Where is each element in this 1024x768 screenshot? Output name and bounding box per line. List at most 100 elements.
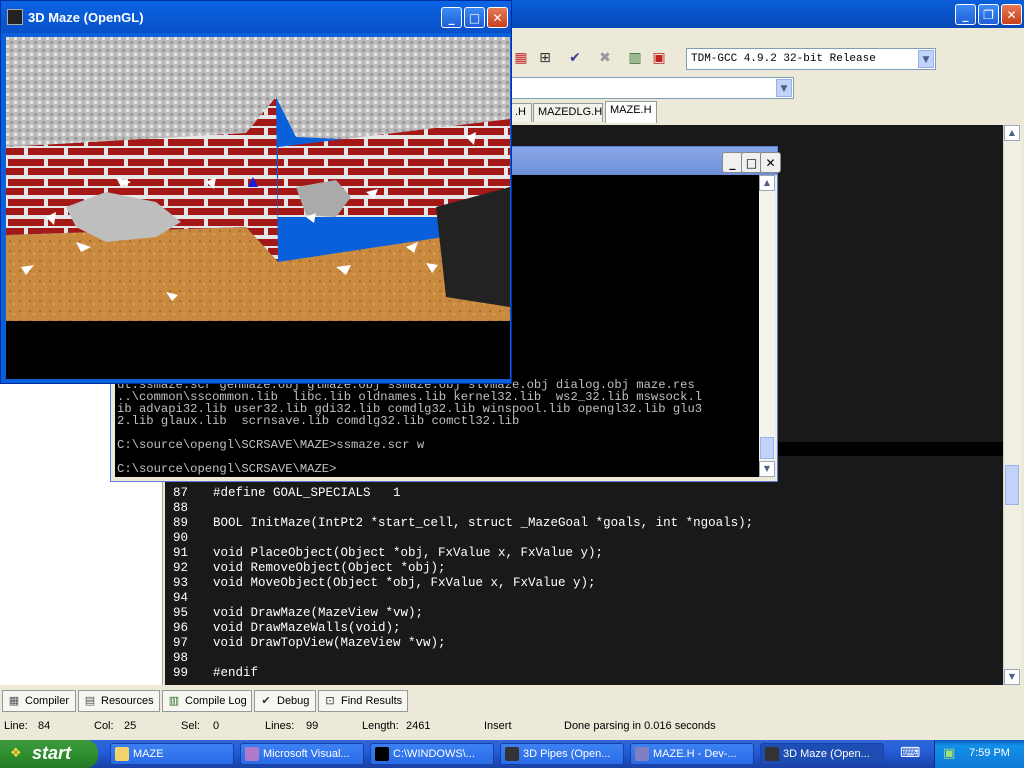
maze-titlebar[interactable]: 3D Maze (OpenGL) _ □ ✕ bbox=[1, 1, 511, 33]
tab-debug[interactable]: ✔ Debug bbox=[254, 690, 316, 712]
tab-mazedlg-h[interactable]: MAZEDLG.H bbox=[533, 103, 603, 122]
code-area[interactable]: 87 #define GOAL_SPECIALS 1 88 89 BOOL InitMa… bbox=[165, 486, 1003, 686]
maximize-button[interactable]: □ bbox=[464, 7, 485, 28]
line-number: 90 bbox=[173, 531, 189, 545]
chevron-down-icon[interactable]: ▼ bbox=[776, 79, 792, 97]
class-select[interactable]: ▼ bbox=[510, 77, 794, 99]
task-console[interactable]: C:\WINDOWS\... bbox=[370, 743, 494, 765]
code-line[interactable]: 88 bbox=[165, 501, 1003, 516]
code-line[interactable]: 99 #endif bbox=[165, 666, 1003, 681]
col-label: Col: bbox=[94, 720, 114, 732]
tab-compile-log[interactable]: ▥ Compile Log bbox=[162, 690, 252, 712]
task-maze-folder[interactable]: MAZE bbox=[110, 743, 234, 765]
keyboard-icon[interactable]: ⌨ bbox=[900, 745, 920, 761]
close-button[interactable]: ✕ bbox=[487, 7, 508, 28]
code-line[interactable]: 87 #define GOAL_SPECIALS 1 bbox=[165, 486, 1003, 501]
task-3d-maze[interactable]: 3D Maze (Open... bbox=[760, 743, 884, 765]
maze-3d-view[interactable] bbox=[6, 37, 510, 321]
tab-compiler[interactable]: ▦ Compiler bbox=[2, 690, 76, 712]
check-icon[interactable]: ✔ bbox=[564, 47, 586, 69]
window-title: 3D Maze (OpenGL) bbox=[28, 10, 144, 25]
opengl-app-icon bbox=[505, 747, 519, 761]
start-button[interactable]: ❖ start bbox=[0, 740, 98, 768]
profile-icon[interactable]: ▣ bbox=[648, 47, 670, 69]
line-number: 97 bbox=[173, 636, 189, 650]
line-label: Line: bbox=[4, 720, 28, 732]
tab-maze-h[interactable]: MAZE.H bbox=[605, 101, 657, 123]
line-number: 92 bbox=[173, 561, 189, 575]
task-visual-studio[interactable]: Microsoft Visual... bbox=[240, 743, 364, 765]
app-icon bbox=[7, 9, 23, 25]
maze-view-bottom bbox=[6, 321, 510, 379]
windows-logo-icon: ❖ bbox=[10, 746, 22, 761]
length-value: 2461 bbox=[406, 720, 431, 732]
code-text: void PlaceObject(Object *obj, FxValue x,… bbox=[213, 546, 604, 560]
delete-icon[interactable]: ✖ bbox=[594, 47, 616, 69]
compiler-select-value: TDM-GCC 4.9.2 32-bit Release bbox=[691, 53, 876, 65]
minimize-button[interactable]: _ bbox=[955, 4, 976, 25]
code-text: void DrawTopView(MazeView *vw); bbox=[213, 636, 446, 650]
tray-app-icon[interactable]: ▣ bbox=[943, 746, 959, 762]
code-line[interactable]: 98 bbox=[165, 651, 1003, 666]
line-number: 89 bbox=[173, 516, 189, 530]
editor-scrollbar[interactable]: ▲ ▼ bbox=[1003, 125, 1021, 685]
code-line[interactable]: 91 void PlaceObject(Object *obj, FxValue … bbox=[165, 546, 1003, 561]
compiler-select[interactable]: TDM-GCC 4.9.2 32-bit Release ▼ bbox=[686, 48, 936, 70]
insert-mode: Insert bbox=[484, 720, 512, 732]
tab-find-results[interactable]: ⊡ Find Results bbox=[318, 690, 408, 712]
chevron-down-icon[interactable]: ▼ bbox=[918, 50, 934, 68]
minimize-button[interactable]: _ bbox=[722, 152, 743, 173]
grid-color-icon[interactable]: ▦ bbox=[510, 47, 532, 69]
scroll-down-icon[interactable]: ▼ bbox=[759, 461, 775, 477]
scroll-thumb[interactable] bbox=[760, 437, 774, 459]
scroll-thumb[interactable] bbox=[1005, 465, 1019, 505]
line-number: 96 bbox=[173, 621, 189, 635]
sel-label: Sel: bbox=[181, 720, 200, 732]
compiler-icon: ▦ bbox=[8, 694, 20, 707]
maximize-button[interactable]: □ bbox=[741, 152, 762, 173]
code-line[interactable]: 97 void DrawTopView(MazeView *vw); bbox=[165, 636, 1003, 651]
task-3d-pipes[interactable]: 3D Pipes (Open... bbox=[500, 743, 624, 765]
task-devcpp[interactable]: MAZE.H - Dev-... bbox=[630, 743, 754, 765]
close-button[interactable]: ✕ bbox=[1001, 4, 1022, 25]
scroll-down-icon[interactable]: ▼ bbox=[1004, 669, 1020, 685]
code-line[interactable]: 95 void DrawMaze(MazeView *vw); bbox=[165, 606, 1003, 621]
chart-icon: ▥ bbox=[168, 694, 180, 707]
line-number: 93 bbox=[173, 576, 189, 590]
bottom-panel-tabs: ▦ Compiler ▤ Resources ▥ Compile Log ✔ Debug… bbox=[0, 688, 1024, 714]
code-line[interactable]: 92 void RemoveObject(Object *obj); bbox=[165, 561, 1003, 576]
line-number: 87 bbox=[173, 486, 189, 500]
maze-scene bbox=[6, 37, 510, 321]
code-line[interactable]: 94 bbox=[165, 591, 1003, 606]
tab-h[interactable]: .H bbox=[510, 103, 532, 122]
scroll-up-icon[interactable]: ▲ bbox=[1004, 125, 1020, 141]
code-line[interactable]: 93 void MoveObject(Object *obj, FxValue x… bbox=[165, 576, 1003, 591]
console-line: C:\source\opengl\SCRSAVE\MAZE> bbox=[117, 462, 337, 476]
clock: 7:59 PM bbox=[969, 747, 1010, 759]
scroll-up-icon[interactable]: ▲ bbox=[759, 175, 775, 191]
status-bar: Line: 84 Col: 25 Sel: 0 Lines: 99 Length… bbox=[0, 716, 1024, 740]
code-text: BOOL InitMaze(IntPt2 *start_cell, struct… bbox=[213, 516, 754, 530]
chart-icon[interactable]: ▥ bbox=[624, 47, 646, 69]
close-button[interactable]: ✕ bbox=[760, 152, 781, 173]
tiles-icon[interactable]: ⊞ bbox=[534, 47, 556, 69]
console-scrollbar[interactable]: ▲ ▼ bbox=[759, 175, 775, 477]
line-number: 95 bbox=[173, 606, 189, 620]
code-line[interactable]: 89 BOOL InitMaze(IntPt2 *start_cell, stru… bbox=[165, 516, 1003, 531]
resources-icon: ▤ bbox=[84, 694, 96, 707]
maze-window[interactable]: 3D Maze (OpenGL) _ □ ✕ bbox=[0, 0, 512, 384]
line-number: 91 bbox=[173, 546, 189, 560]
lines-value: 99 bbox=[306, 720, 319, 732]
folder-icon bbox=[115, 747, 129, 761]
tab-resources[interactable]: ▤ Resources bbox=[78, 690, 160, 712]
code-line[interactable]: 96 void DrawMazeWalls(void); bbox=[165, 621, 1003, 636]
code-text: void DrawMazeWalls(void); bbox=[213, 621, 401, 635]
status-message: Done parsing in 0.016 seconds bbox=[564, 720, 716, 732]
line-number: 99 bbox=[173, 666, 189, 680]
code-text: void MoveObject(Object *obj, FxValue x, … bbox=[213, 576, 596, 590]
minimize-button[interactable]: _ bbox=[441, 7, 462, 28]
maximize-button[interactable]: ❐ bbox=[978, 4, 999, 25]
start-label: start bbox=[32, 743, 72, 763]
floor bbox=[6, 227, 510, 321]
code-line[interactable]: 90 bbox=[165, 531, 1003, 546]
